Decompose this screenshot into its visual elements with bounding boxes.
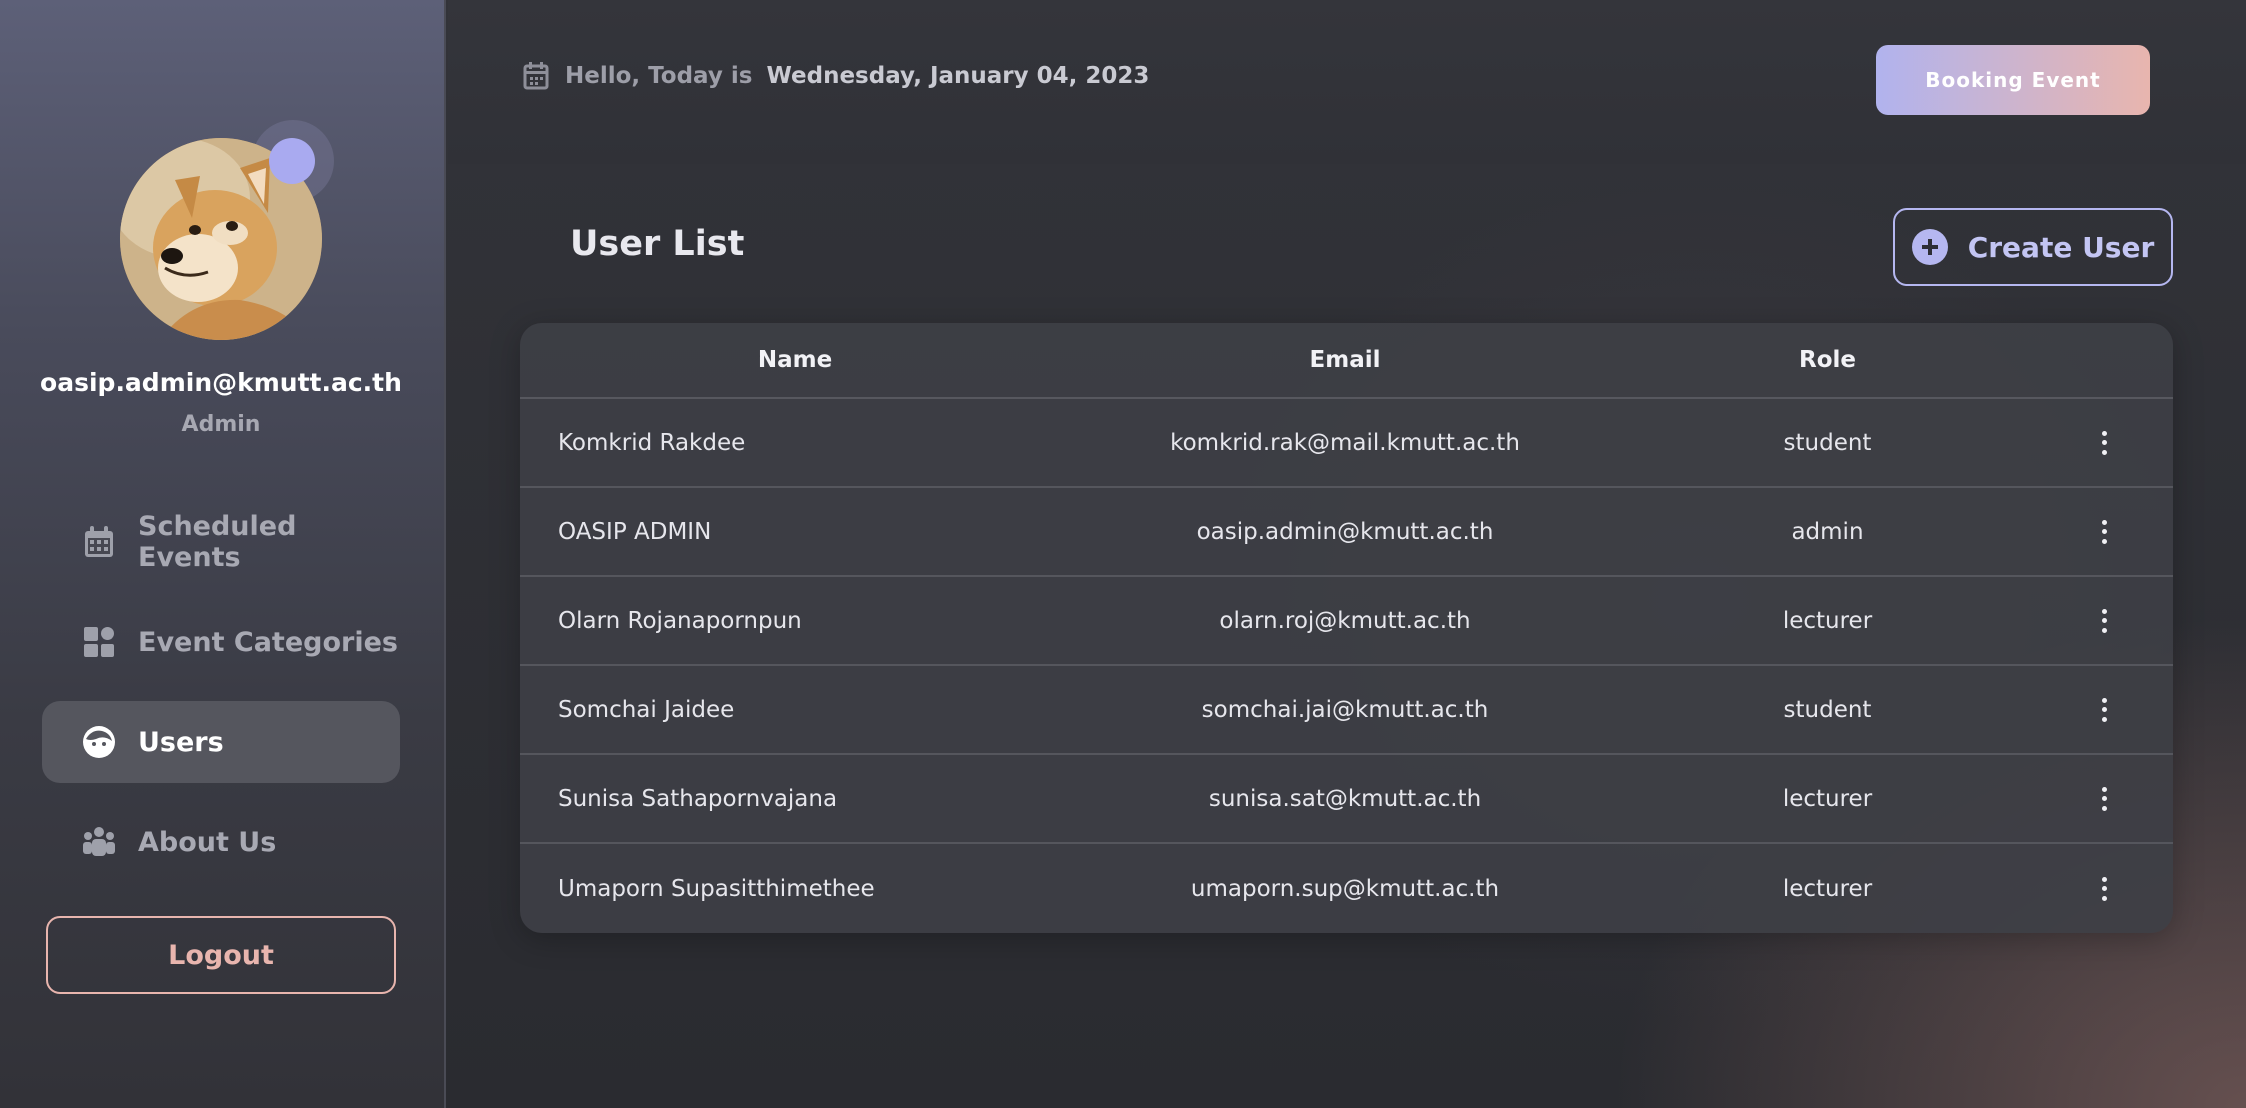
sidebar-item-event-categories[interactable]: Event Categories (42, 601, 400, 683)
user-table: Name Email Role Komkrid Rakdee komkrid.r… (520, 323, 2173, 933)
table-header: Name Email Role (520, 323, 2173, 399)
table-row[interactable]: Komkrid Rakdee komkrid.rak@mail.kmutt.ac… (520, 399, 2173, 488)
more-options-icon[interactable] (2094, 695, 2114, 725)
user-role-cell: admin (1791, 518, 1864, 545)
table-row[interactable]: Olarn Rojanapornpun olarn.roj@kmutt.ac.t… (520, 577, 2173, 666)
top-header: Hello, Today is Wednesday, January 04, 2… (448, 0, 2246, 164)
logout-button[interactable]: Logout (46, 916, 396, 994)
sidebar-item-label: Users (138, 726, 224, 758)
sidebar-item-label: Event Categories (138, 626, 398, 658)
table-row[interactable]: Umaporn Supasitthimethee umaporn.sup@kmu… (520, 844, 2173, 933)
more-options-icon[interactable] (2094, 428, 2114, 458)
online-status-dot (269, 138, 315, 184)
calendar-icon (82, 525, 116, 559)
user-role-cell: student (1783, 696, 1872, 723)
user-name: Sunisa Sathapornvajana (558, 785, 838, 812)
sidebar: oasip.admin@kmutt.ac.th Admin Scheduled … (0, 0, 446, 1108)
user-email-cell: sunisa.sat@kmutt.ac.th (1208, 785, 1482, 812)
booking-event-button[interactable]: Booking Event (1876, 45, 2150, 115)
column-header-name: Name (757, 347, 833, 373)
more-options-icon[interactable] (2094, 606, 2114, 636)
page-title: User List (570, 224, 745, 264)
user-email-cell: oasip.admin@kmutt.ac.th (1196, 518, 1494, 545)
current-date: Wednesday, January 04, 2023 (766, 63, 1150, 89)
user-role-cell: student (1783, 429, 1872, 456)
table-row[interactable]: OASIP ADMIN oasip.admin@kmutt.ac.th admi… (520, 488, 2173, 577)
create-user-label: Create User (1967, 230, 2155, 264)
user-name: Komkrid Rakdee (558, 429, 746, 456)
plus-circle-icon (1911, 229, 1948, 265)
grid-icon (82, 625, 116, 659)
user-name: Olarn Rojanapornpun (558, 607, 802, 634)
calendar-icon (523, 62, 549, 90)
sidebar-item-users[interactable]: Users (42, 701, 400, 783)
more-options-icon[interactable] (2094, 874, 2114, 904)
sidebar-item-label: Scheduled Events (138, 511, 297, 573)
user-email-cell: komkrid.rak@mail.kmutt.ac.th (1170, 429, 1520, 456)
table-row[interactable]: Somchai Jaidee somchai.jai@kmutt.ac.th s… (520, 666, 2173, 755)
column-header-email: Email (1309, 347, 1381, 373)
table-row[interactable]: Sunisa Sathapornvajana sunisa.sat@kmutt.… (520, 755, 2173, 844)
sidebar-item-label: About Us (138, 826, 277, 858)
more-options-icon[interactable] (2094, 517, 2114, 547)
greeting: Hello, Today is Wednesday, January 04, 2… (523, 62, 1149, 90)
column-header-role: Role (1799, 347, 1856, 373)
more-options-icon[interactable] (2094, 784, 2114, 814)
user-name: Somchai Jaidee (558, 696, 735, 723)
greeting-text: Hello, Today is (565, 63, 753, 89)
user-name: OASIP ADMIN (558, 518, 712, 545)
user-role: Admin (181, 412, 261, 437)
sidebar-item-about-us[interactable]: About Us (42, 801, 400, 883)
group-icon (82, 825, 116, 859)
user-role-cell: lecturer (1782, 875, 1873, 902)
user-email-cell: umaporn.sup@kmutt.ac.th (1190, 875, 1500, 902)
user-email-cell: olarn.roj@kmutt.ac.th (1219, 607, 1471, 634)
user-email: oasip.admin@kmutt.ac.th (40, 368, 402, 397)
user-role-cell: lecturer (1782, 785, 1873, 812)
user-email-cell: somchai.jai@kmutt.ac.th (1201, 696, 1489, 723)
user-name: Umaporn Supasitthimethee (558, 875, 875, 902)
create-user-button[interactable]: Create User (1893, 208, 2173, 286)
sidebar-item-scheduled-events[interactable]: Scheduled Events (42, 501, 400, 583)
app-root: oasip.admin@kmutt.ac.th Admin Scheduled … (0, 0, 2246, 1108)
user-role-cell: lecturer (1782, 607, 1873, 634)
user-face-icon (82, 725, 116, 759)
